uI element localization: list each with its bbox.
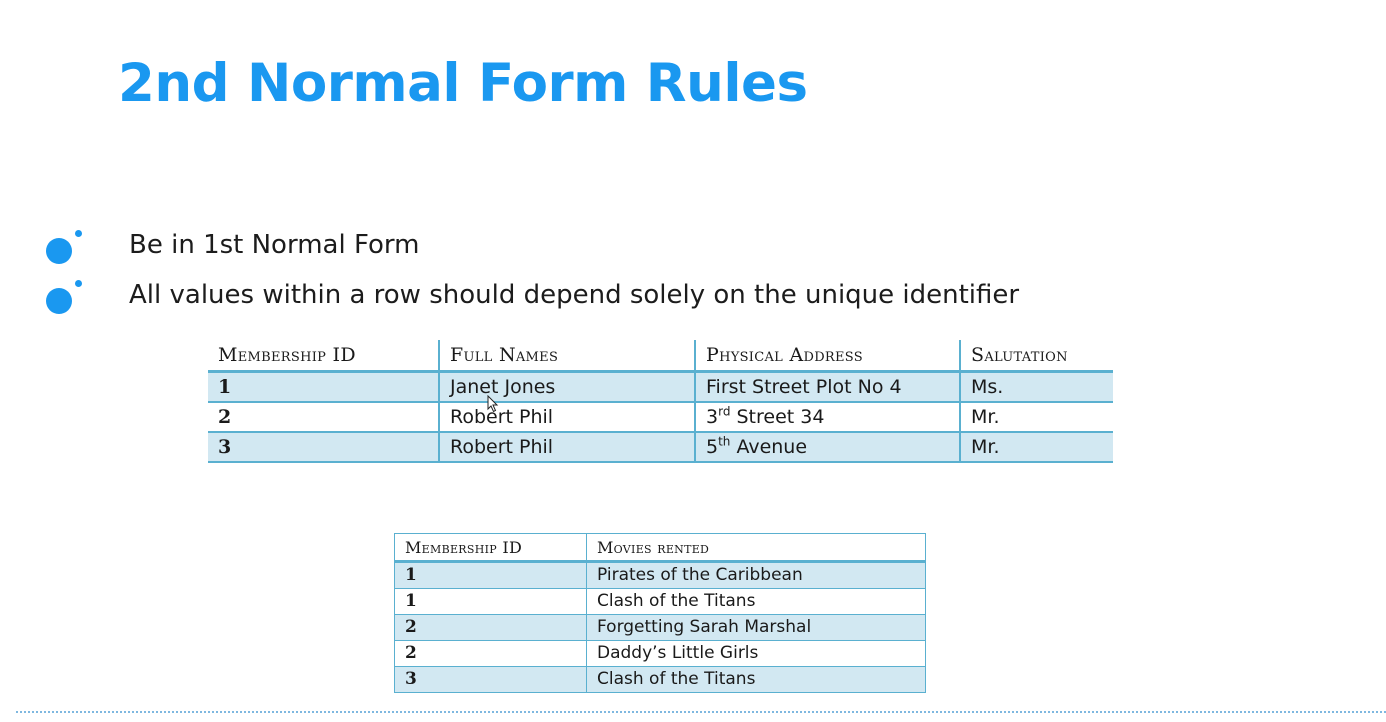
membership-id-cell: 1 xyxy=(394,588,587,615)
column-header: Full Names xyxy=(438,340,695,373)
movies-table: Membership ID Movies rented 1 Pirates of… xyxy=(394,533,926,693)
address-cell: First Street Plot No 4 xyxy=(694,371,960,403)
table-row: 1 Pirates of the Caribbean xyxy=(394,561,926,589)
full-name-cell: Janet Jones xyxy=(438,371,695,403)
column-header: Salutation xyxy=(959,340,1113,373)
column-header: Physical Address xyxy=(694,340,960,373)
bullet-item: All values within a row should depend so… xyxy=(0,275,1200,315)
bullet-dot-icon xyxy=(46,230,82,266)
address-ordinal: th xyxy=(718,434,731,449)
table-row: 3 Robert Phil 5th Avenue Mr. xyxy=(208,432,1113,463)
salutation-cell: Ms. xyxy=(959,371,1113,403)
membership-id-cell: 1 xyxy=(208,371,439,403)
table-row: 3 Clash of the Titans xyxy=(394,666,926,693)
membership-id-cell: 2 xyxy=(208,402,439,433)
salutation-cell: Mr. xyxy=(959,402,1113,433)
movie-cell: Forgetting Sarah Marshal xyxy=(586,614,926,641)
table-row: 2 Daddy’s Little Girls xyxy=(394,640,926,667)
table-header-row: Membership ID Movies rented xyxy=(394,533,926,563)
movie-cell: Clash of the Titans xyxy=(586,588,926,615)
address-ordinal: rd xyxy=(718,404,731,419)
bullet-item: Be in 1st Normal Form xyxy=(0,225,1200,265)
address-text: First Street Plot No 4 xyxy=(706,376,902,398)
membership-id-cell: 3 xyxy=(394,666,587,693)
movie-cell: Pirates of the Caribbean xyxy=(586,561,926,589)
full-name-cell: Robert Phil xyxy=(438,402,695,433)
table-row: 1 Janet Jones First Street Plot No 4 Ms. xyxy=(208,371,1113,403)
salutation-cell: Mr. xyxy=(959,432,1113,463)
mouse-cursor-icon xyxy=(487,395,499,413)
table-row: 1 Clash of the Titans xyxy=(394,588,926,615)
membership-id-cell: 3 xyxy=(208,432,439,463)
bullet-dot-icon xyxy=(46,280,82,316)
address-text: 3 xyxy=(706,406,719,428)
footer-divider xyxy=(16,711,1386,713)
column-header: Membership ID xyxy=(394,533,587,563)
membership-id-cell: 1 xyxy=(394,561,587,589)
table-row: 2 Robert Phil 3rd Street 34 Mr. xyxy=(208,402,1113,433)
column-header: Membership ID xyxy=(208,340,439,373)
slide: 2nd Normal Form Rules Be in 1st Normal F… xyxy=(0,0,1386,722)
slide-title: 2nd Normal Form Rules xyxy=(118,53,808,114)
membership-id-cell: 2 xyxy=(394,640,587,667)
full-name-cell: Robert Phil xyxy=(438,432,695,463)
members-table: Membership ID Full Names Physical Addres… xyxy=(208,340,1113,463)
address-text: Street 34 xyxy=(730,406,825,428)
bullet-text: All values within a row should depend so… xyxy=(129,280,1020,310)
address-text: Avenue xyxy=(730,436,808,458)
table-header-row: Membership ID Full Names Physical Addres… xyxy=(208,340,1113,373)
address-cell: 5th Avenue xyxy=(694,432,960,463)
address-text: 5 xyxy=(706,436,719,458)
bullet-text: Be in 1st Normal Form xyxy=(129,230,420,260)
movie-cell: Clash of the Titans xyxy=(586,666,926,693)
membership-id-cell: 2 xyxy=(394,614,587,641)
column-header: Movies rented xyxy=(586,533,926,563)
movie-cell: Daddy’s Little Girls xyxy=(586,640,926,667)
address-cell: 3rd Street 34 xyxy=(694,402,960,433)
table-row: 2 Forgetting Sarah Marshal xyxy=(394,614,926,641)
